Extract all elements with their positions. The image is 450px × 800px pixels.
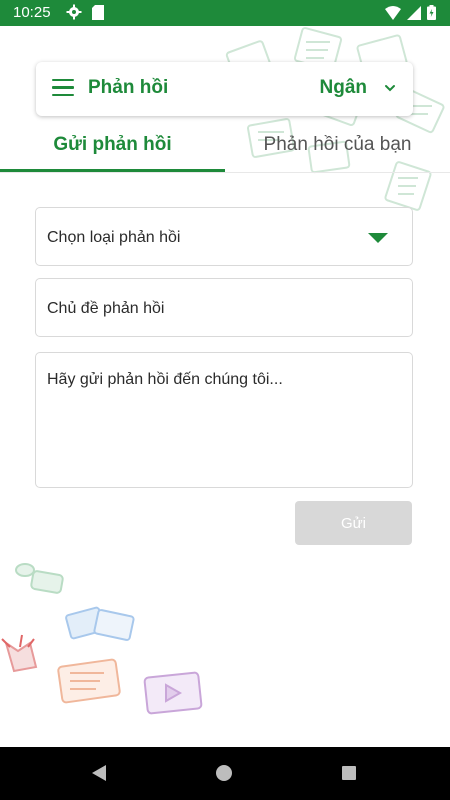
send-button[interactable]: Gửi: [295, 501, 412, 545]
system-nav-bar: [0, 747, 450, 800]
tab-divider: [0, 172, 450, 173]
sd-card-icon: [92, 5, 104, 20]
settings-gear-icon: [66, 4, 82, 20]
decorative-doodles-bottom: [1, 563, 203, 715]
tab-send-feedback[interactable]: Gửi phản hồi: [0, 134, 225, 172]
hamburger-menu-icon[interactable]: [52, 79, 74, 97]
status-time: 10:25: [13, 4, 51, 21]
page-title: Phản hồi: [88, 77, 169, 98]
status-indicators: [385, 5, 436, 20]
user-name[interactable]: Ngân: [320, 77, 368, 99]
app-bar: Phản hồi Ngân: [36, 62, 413, 116]
dropdown-arrow-icon[interactable]: [368, 233, 388, 243]
signal-icon: [407, 5, 421, 20]
feedback-subject-input[interactable]: Chủ đề phản hồi: [35, 278, 413, 337]
feedback-message-placeholder: Hãy gửi phản hồi đến chúng tôi...: [47, 371, 283, 388]
home-icon[interactable]: [216, 765, 232, 781]
decorative-doodles-top: [225, 27, 445, 211]
wifi-icon: [385, 5, 401, 20]
back-icon[interactable]: [92, 765, 106, 781]
recent-apps-icon[interactable]: [342, 766, 356, 780]
chevron-down-icon[interactable]: [383, 81, 397, 95]
feedback-message-input[interactable]: Hãy gửi phản hồi đến chúng tôi...: [35, 352, 413, 488]
feedback-subject-placeholder: Chủ đề phản hồi: [47, 300, 165, 317]
feedback-type-select[interactable]: Chọn loại phản hồi: [35, 207, 413, 266]
battery-icon: [427, 5, 436, 20]
status-bar: 10:25: [0, 0, 450, 26]
feedback-type-value: Chọn loại phản hồi: [47, 229, 181, 246]
tab-your-feedback[interactable]: Phản hồi của bạn: [225, 134, 450, 172]
